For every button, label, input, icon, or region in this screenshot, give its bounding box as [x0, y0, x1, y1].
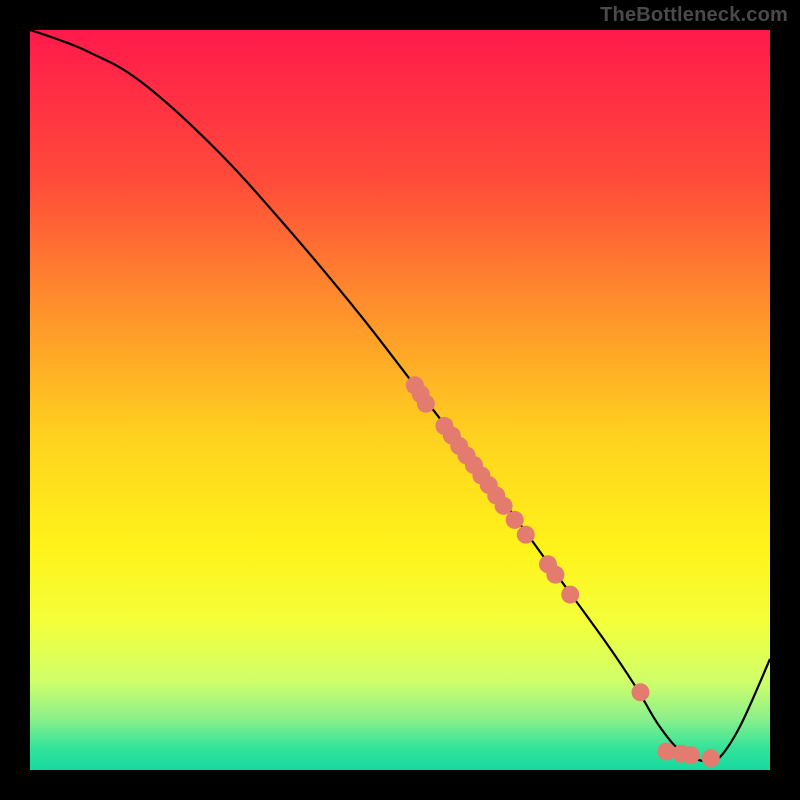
chart-stage: TheBottleneck.com [0, 0, 800, 800]
marker-dot [546, 566, 564, 584]
marker-dot [682, 746, 700, 764]
marker-dot [517, 526, 535, 544]
marker-dot [561, 586, 579, 604]
bottleneck-chart [0, 0, 800, 800]
marker-dot [495, 497, 513, 515]
watermark-text: TheBottleneck.com [600, 4, 788, 27]
marker-dot [632, 683, 650, 701]
marker-dot [506, 511, 524, 529]
marker-dot [417, 395, 435, 413]
marker-dot [702, 749, 720, 767]
plot-area [30, 30, 770, 770]
